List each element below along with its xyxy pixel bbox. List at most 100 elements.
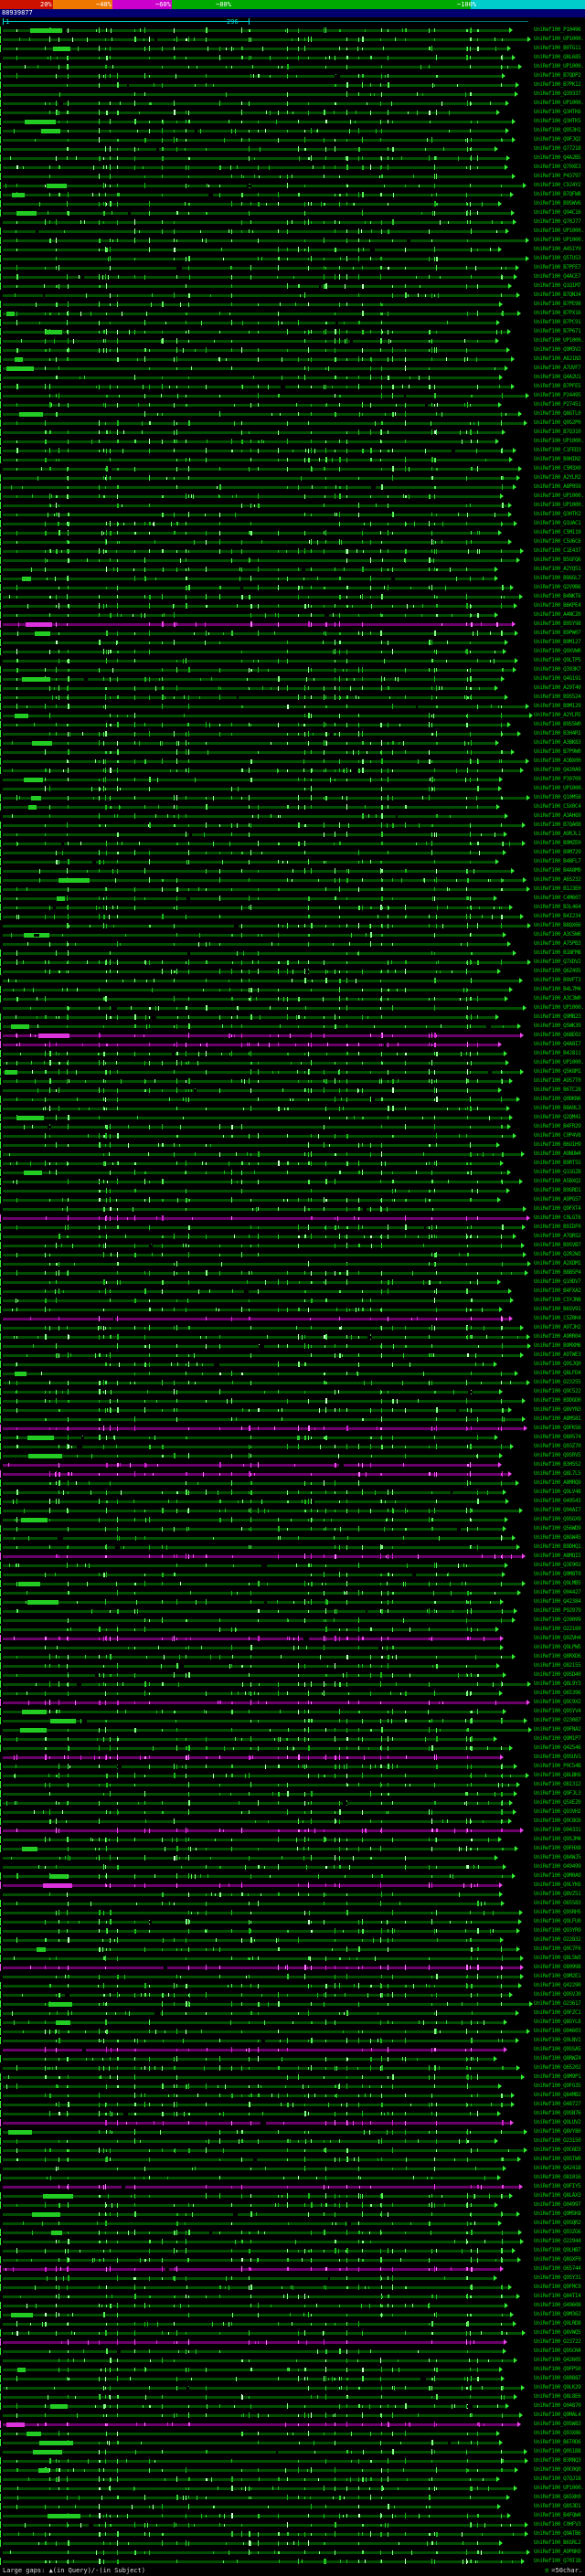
alignment-row[interactable]: UniRef100_B1NFM8 — [0, 949, 585, 958]
hit-accession-label[interactable]: UniRef100_B4J811 — [534, 1049, 585, 1058]
hit-accession-label[interactable]: UniRef100_Q77218 — [534, 144, 585, 154]
alignment-row[interactable]: UniRef100_B9MXM6 — [0, 1341, 585, 1351]
alignment-row[interactable]: UniRef100_Q10M58 — [0, 793, 585, 802]
hit-accession-label[interactable]: UniRef100_B9IDF0 — [534, 1223, 585, 1232]
hit-accession-label[interactable]: UniRef100_Q94C16 — [534, 208, 585, 217]
hit-accession-label[interactable]: UniRef100_Q5K8M1 — [534, 1067, 585, 1076]
alignment-row[interactable]: UniRef100_Q9LTP5 — [0, 656, 585, 665]
alignment-row[interactable]: UniRef100_Q953H1 — [0, 126, 585, 135]
alignment-row[interactable]: UniRef100_UP1000... — [0, 35, 585, 44]
hit-accession-label[interactable]: UniRef100_B7QA08 — [534, 821, 585, 830]
alignment-row[interactable]: UniRef100_Q2V9B6 — [0, 583, 585, 592]
alignment-row[interactable]: UniRef100_B7QFW8 — [0, 190, 585, 199]
hit-accession-label[interactable]: UniRef100_UP1000... — [534, 492, 585, 501]
hit-accession-label[interactable]: UniRef100_Q10M58 — [534, 793, 585, 802]
hit-accession-label[interactable]: UniRef100_B9SY98 — [534, 620, 585, 629]
alignment-row[interactable]: UniRef100_B7P9W0 — [0, 747, 585, 757]
hit-accession-label[interactable]: UniRef100_UP1000... — [534, 784, 585, 793]
alignment-row[interactable]: UniRef100_A9TWE3 — [0, 1351, 585, 1360]
hit-accession-label[interactable]: UniRef100_C5U6C6 — [534, 537, 585, 546]
hit-accession-label[interactable]: UniRef100_B9RT55 — [534, 1159, 585, 1168]
hit-accession-label[interactable]: UniRef100_Q7XDV2 — [534, 958, 585, 967]
hit-accession-label[interactable]: UniRef100_Q2R2W2 — [534, 1250, 585, 1259]
alignment-row[interactable]: UniRef100_P43797 — [0, 172, 585, 181]
hit-accession-label[interactable]: UniRef100_B1J3E0 — [534, 885, 585, 894]
alignment-row[interactable]: UniRef100_UP1000... — [0, 99, 585, 108]
hit-accession-label[interactable]: UniRef100_UP1000... — [534, 62, 585, 71]
alignment-row[interactable]: UniRef100_Q9XVW0 — [0, 647, 585, 656]
alignment-row[interactable]: UniRef100_Q4A8I7 — [0, 1040, 585, 1049]
hit-accession-label[interactable]: UniRef100_Q420A9 — [534, 766, 585, 775]
hit-accession-label[interactable]: UniRef100_Q4G191 — [534, 674, 585, 684]
hit-accession-label[interactable]: UniRef100_UP1000... — [534, 336, 585, 345]
hit-accession-label[interactable]: UniRef100_Q4A2U1 — [534, 373, 585, 382]
hit-accession-label[interactable]: UniRef100_A2XDM1 — [534, 1259, 585, 1268]
hit-accession-label[interactable]: UniRef100_B7QN34 — [534, 291, 585, 300]
hit-accession-label[interactable]: UniRef100_C0LGT6 — [534, 1214, 585, 1223]
hit-accession-label[interactable]: UniRef100_Q1SGZ8 — [534, 1168, 585, 1177]
alignment-row[interactable]: UniRef100_B7PX16 — [0, 309, 585, 318]
hit-accession-label[interactable]: UniRef100_A9TWE3 — [534, 1351, 585, 1360]
hit-accession-label[interactable]: UniRef100_Q9FJQ2 — [534, 135, 585, 144]
alignment-row[interactable]: UniRef100_Q8GTL0 — [0, 409, 585, 419]
alignment-row[interactable]: UniRef100_UP1000... — [0, 1003, 585, 1012]
alignment-row[interactable]: UniRef100_B6U1H9 — [0, 1140, 585, 1150]
alignment-row[interactable]: UniRef100_A9S7T0 — [0, 1076, 585, 1086]
alignment-row[interactable]: UniRef100_Q3HTK6 — [0, 108, 585, 117]
alignment-row[interactable]: UniRef100_A8P059 — [0, 482, 585, 492]
alignment-row[interactable]: UniRef100_B7QDP2 — [0, 71, 585, 80]
hit-accession-label[interactable]: UniRef100_B9VFT3 — [534, 976, 585, 985]
alignment-row[interactable]: UniRef100_Q7XDV2 — [0, 958, 585, 967]
hit-accession-label[interactable]: UniRef100_B8B5P4 — [534, 1268, 585, 1277]
hit-accession-label[interactable]: UniRef100_B8A9L3 — [534, 1104, 585, 1113]
hit-accession-label[interactable]: UniRef100_UP1000... — [534, 35, 585, 44]
hit-accession-label[interactable]: UniRef100_B4FXA2 — [534, 1287, 585, 1296]
alignment-row[interactable]: UniRef100_UP1000... — [0, 236, 585, 245]
alignment-row[interactable]: UniRef100_B4FR29 — [0, 1122, 585, 1131]
hit-accession-label[interactable]: UniRef100_Q39337 — [534, 90, 585, 99]
hit-accession-label[interactable]: UniRef100_A2YLR5 — [534, 711, 585, 720]
alignment-row[interactable]: UniRef100_Q70XE3 — [0, 163, 585, 172]
hit-accession-label[interactable]: UniRef100_C4M607 — [534, 894, 585, 903]
hit-accession-label[interactable]: UniRef100_B6KPE4 — [534, 601, 585, 610]
alignment-row[interactable]: UniRef100_A9RJL1 — [0, 830, 585, 839]
alignment-row[interactable]: UniRef100_B3L464 — [0, 903, 585, 912]
hit-accession-label[interactable]: UniRef100_A3C5W6 — [534, 930, 585, 939]
hit-accession-label[interactable]: UniRef100_Q953H1 — [534, 126, 585, 135]
alignment-row[interactable]: UniRef100_UP1000... — [0, 227, 585, 236]
hit-accession-label[interactable]: UniRef100_Q3HTK6 — [534, 108, 585, 117]
alignment-row[interactable]: UniRef100_A6S232 — [0, 875, 585, 885]
alignment-row[interactable]: UniRef100_B1J3E0 — [0, 885, 585, 894]
hit-accession-label[interactable]: UniRef100_A9NUW4 — [534, 1150, 585, 1159]
alignment-row[interactable]: UniRef100_Q8L685 — [0, 53, 585, 62]
alignment-row[interactable]: UniRef100_C4M607 — [0, 894, 585, 903]
alignment-row[interactable]: UniRef100_C5M3X0 — [0, 464, 585, 473]
alignment-row[interactable]: UniRef100_Q10DV7 — [0, 1277, 585, 1287]
hit-accession-label[interactable]: UniRef100_UP1000... — [534, 99, 585, 108]
hit-accession-label[interactable]: UniRef100_B9GRD1 — [534, 1186, 585, 1195]
hit-accession-label[interactable]: UniRef100_B7P9W0 — [534, 747, 585, 757]
hit-accession-label[interactable]: UniRef100_Q8GTL0 — [534, 409, 585, 419]
hit-accession-label[interactable]: UniRef100_A3AH69 — [534, 811, 585, 821]
alignment-row[interactable]: UniRef100_C5X0C4 — [0, 802, 585, 811]
hit-accession-label[interactable]: UniRef100_B1NFM8 — [534, 949, 585, 958]
hit-accession-label[interactable]: UniRef100_C1FED3 — [534, 446, 585, 455]
hit-accession-label[interactable]: UniRef100_B9PW07 — [534, 629, 585, 638]
alignment-row[interactable]: UniRef100_B7QN34 — [0, 291, 585, 300]
hit-accession-label[interactable]: UniRef100_B3H4R1 — [534, 729, 585, 738]
hit-accession-label[interactable]: UniRef100_Q4A8I7 — [534, 1040, 585, 1049]
alignment-row[interactable]: UniRef100_C0P4V8 — [0, 1131, 585, 1140]
alignment-row[interactable]: UniRef100_A3BK83 — [0, 738, 585, 747]
alignment-row[interactable]: UniRef100_A4NCZ0 — [0, 610, 585, 620]
hit-accession-label[interactable]: UniRef100_B8QX66 — [534, 921, 585, 930]
hit-accession-label[interactable]: UniRef100_UP1000... — [534, 1058, 585, 1067]
alignment-row[interactable]: UniRef100_A2XDM1 — [0, 1259, 585, 1268]
alignment-row[interactable]: UniRef100_B9SVB7 — [0, 1241, 585, 1250]
alignment-row[interactable]: UniRef100_Q3HTK5 — [0, 117, 585, 126]
alignment-row[interactable]: UniRef100_Q2R2W2 — [0, 1250, 585, 1259]
hit-accession-label[interactable]: UniRef100_A9S7T0 — [534, 1076, 585, 1086]
hit-accession-label[interactable]: UniRef100_Q1UAC1 — [534, 519, 585, 528]
hit-accession-label[interactable]: UniRef100_B4A8M9 — [534, 866, 585, 875]
alignment-row[interactable]: UniRef100_UP1000... — [0, 501, 585, 510]
hit-accession-label[interactable]: UniRef100_A4S1Y9 — [534, 245, 585, 254]
